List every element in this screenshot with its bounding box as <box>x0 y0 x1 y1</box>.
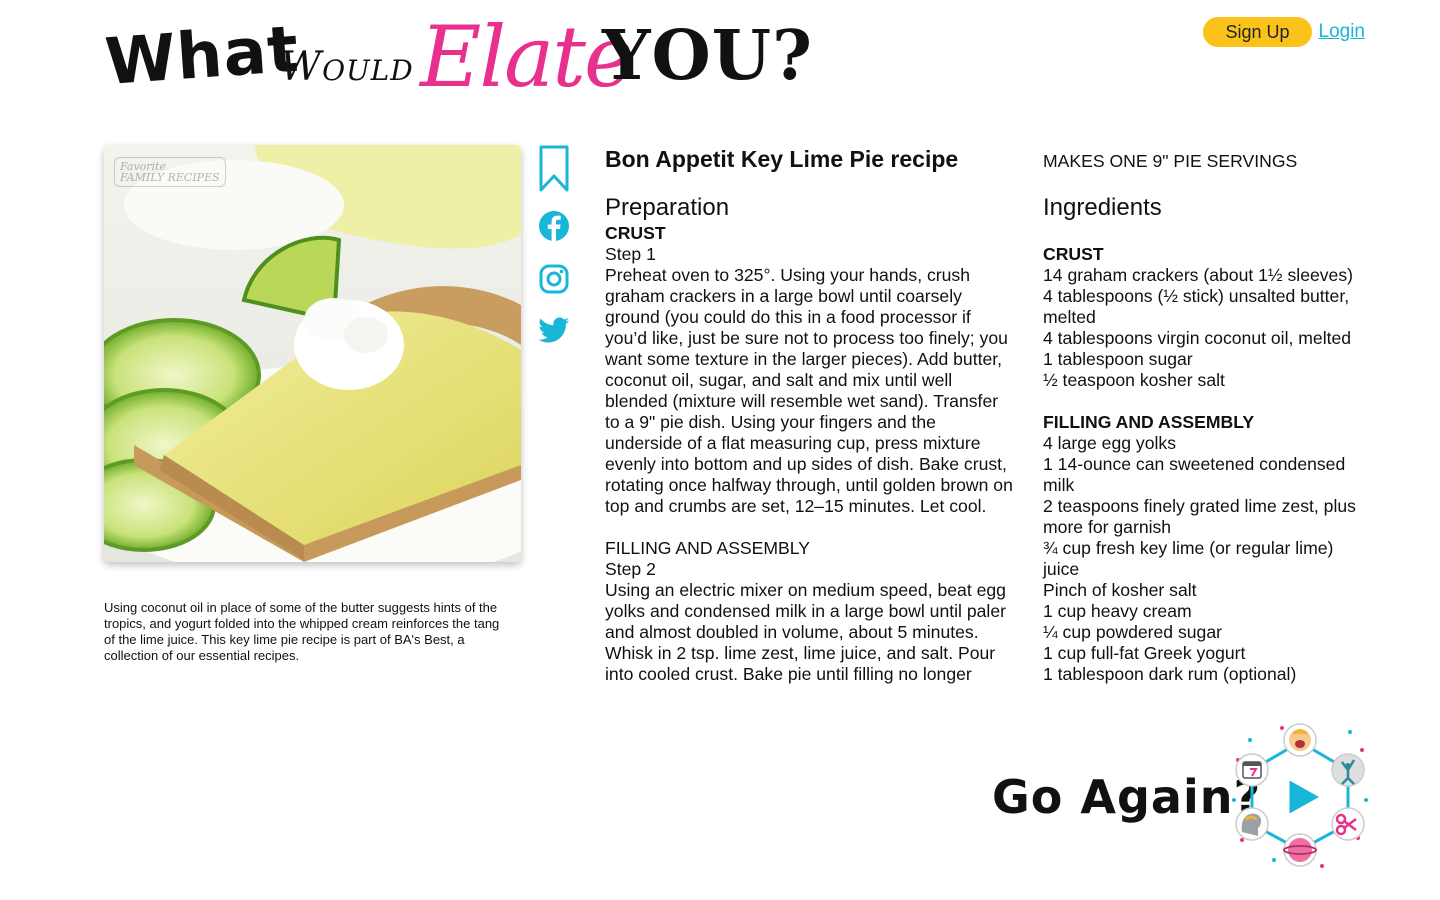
ingredients-crust-label: CRUST <box>1043 244 1104 264</box>
site-logo[interactable]: What Would Elate YOU? <box>103 8 812 110</box>
ingredient-item: 4 tablespoons (½ stick) unsalted butter,… <box>1043 286 1350 327</box>
dancer-icon <box>1331 753 1365 787</box>
step-1-label: Step 1 <box>605 244 656 264</box>
filling-section-label: FILLING AND ASSEMBLY <box>605 538 811 558</box>
ingredient-item: 1 14-ounce can sweetened condensed milk <box>1043 454 1346 495</box>
sign-up-button[interactable]: Sign Up <box>1203 17 1312 47</box>
go-again-label[interactable]: Go Again? <box>992 770 1261 824</box>
key-lime-pie-illustration <box>104 145 521 562</box>
preparation-heading: Preparation <box>605 194 730 221</box>
ingredient-item: 4 tablespoons virgin coconut oil, melted <box>1043 328 1352 348</box>
ingredient-item: 1 tablespoon dark rum (optional) <box>1043 664 1297 684</box>
instagram-icon[interactable] <box>538 263 570 295</box>
preparation-column: Bon Appetit Key Lime Pie recipe Preparat… <box>605 145 1017 693</box>
scissors-icon <box>1331 807 1365 841</box>
auth-controls: Sign Up Login <box>1203 17 1365 47</box>
logo-word-you: YOU? <box>602 16 813 96</box>
servings-text: MAKES ONE 9" PIE SERVINGS <box>1043 151 1298 171</box>
photo-watermark: Favorite FAMILY RECIPES <box>114 157 226 187</box>
logo-word-what: What <box>102 12 302 101</box>
step-2-text: Using an electric mixer on medium speed,… <box>605 580 1006 684</box>
calendar-icon <box>1235 753 1269 787</box>
logo-word-would: Would <box>280 44 414 90</box>
twitter-icon[interactable] <box>538 317 570 345</box>
recipe-description: Using coconut oil in place of some of th… <box>104 600 500 663</box>
login-link[interactable]: Login <box>1319 21 1366 43</box>
crust-section-label: CRUST <box>605 223 666 243</box>
brain-head-icon <box>1235 807 1269 841</box>
step-1-text: Preheat oven to 325°. Using your hands, … <box>605 265 1013 516</box>
ingredient-item: 1 tablespoon sugar <box>1043 349 1193 369</box>
go-again-play-button[interactable] <box>1230 720 1370 870</box>
ingredient-item: 4 large egg yolks <box>1043 433 1177 453</box>
ingredient-item: 1 cup heavy cream <box>1043 601 1192 621</box>
ingredient-item: ¼ cup powdered sugar <box>1043 622 1222 642</box>
filling-ingredient-list: 4 large egg yolks 1 14-ounce can sweeten… <box>1043 433 1368 685</box>
play-icon[interactable] <box>1286 776 1324 818</box>
ingredients-column: MAKES ONE 9" PIE SERVINGS Ingredients CR… <box>1043 145 1368 685</box>
planet-icon <box>1283 833 1317 867</box>
bookmark-icon[interactable] <box>538 145 570 193</box>
laughing-face-icon <box>1283 723 1317 757</box>
ingredient-item: ¾ cup fresh key lime (or regular lime) j… <box>1043 538 1334 579</box>
ingredient-item: 14 graham crackers (about 1½ sleeves) <box>1043 265 1353 285</box>
ingredients-filling-label: FILLING AND ASSEMBLY <box>1043 412 1255 432</box>
recipe-title: Bon Appetit Key Lime Pie recipe <box>605 146 959 172</box>
ingredient-item: 2 teaspoons finely grated lime zest, plu… <box>1043 496 1356 537</box>
crust-ingredient-list: 14 graham crackers (about 1½ sleeves) 4 … <box>1043 265 1368 391</box>
ingredient-item: 1 cup full-fat Greek yogurt <box>1043 643 1246 663</box>
ingredients-heading: Ingredients <box>1043 194 1162 221</box>
facebook-icon[interactable] <box>538 210 570 242</box>
step-2-label: Step 2 <box>605 559 656 579</box>
recipe-photo: Favorite FAMILY RECIPES <box>104 145 521 562</box>
ingredient-item: Pinch of kosher salt <box>1043 580 1197 600</box>
ingredient-item: ½ teaspoon kosher salt <box>1043 370 1225 390</box>
logo-word-elate: Elate <box>420 8 634 106</box>
